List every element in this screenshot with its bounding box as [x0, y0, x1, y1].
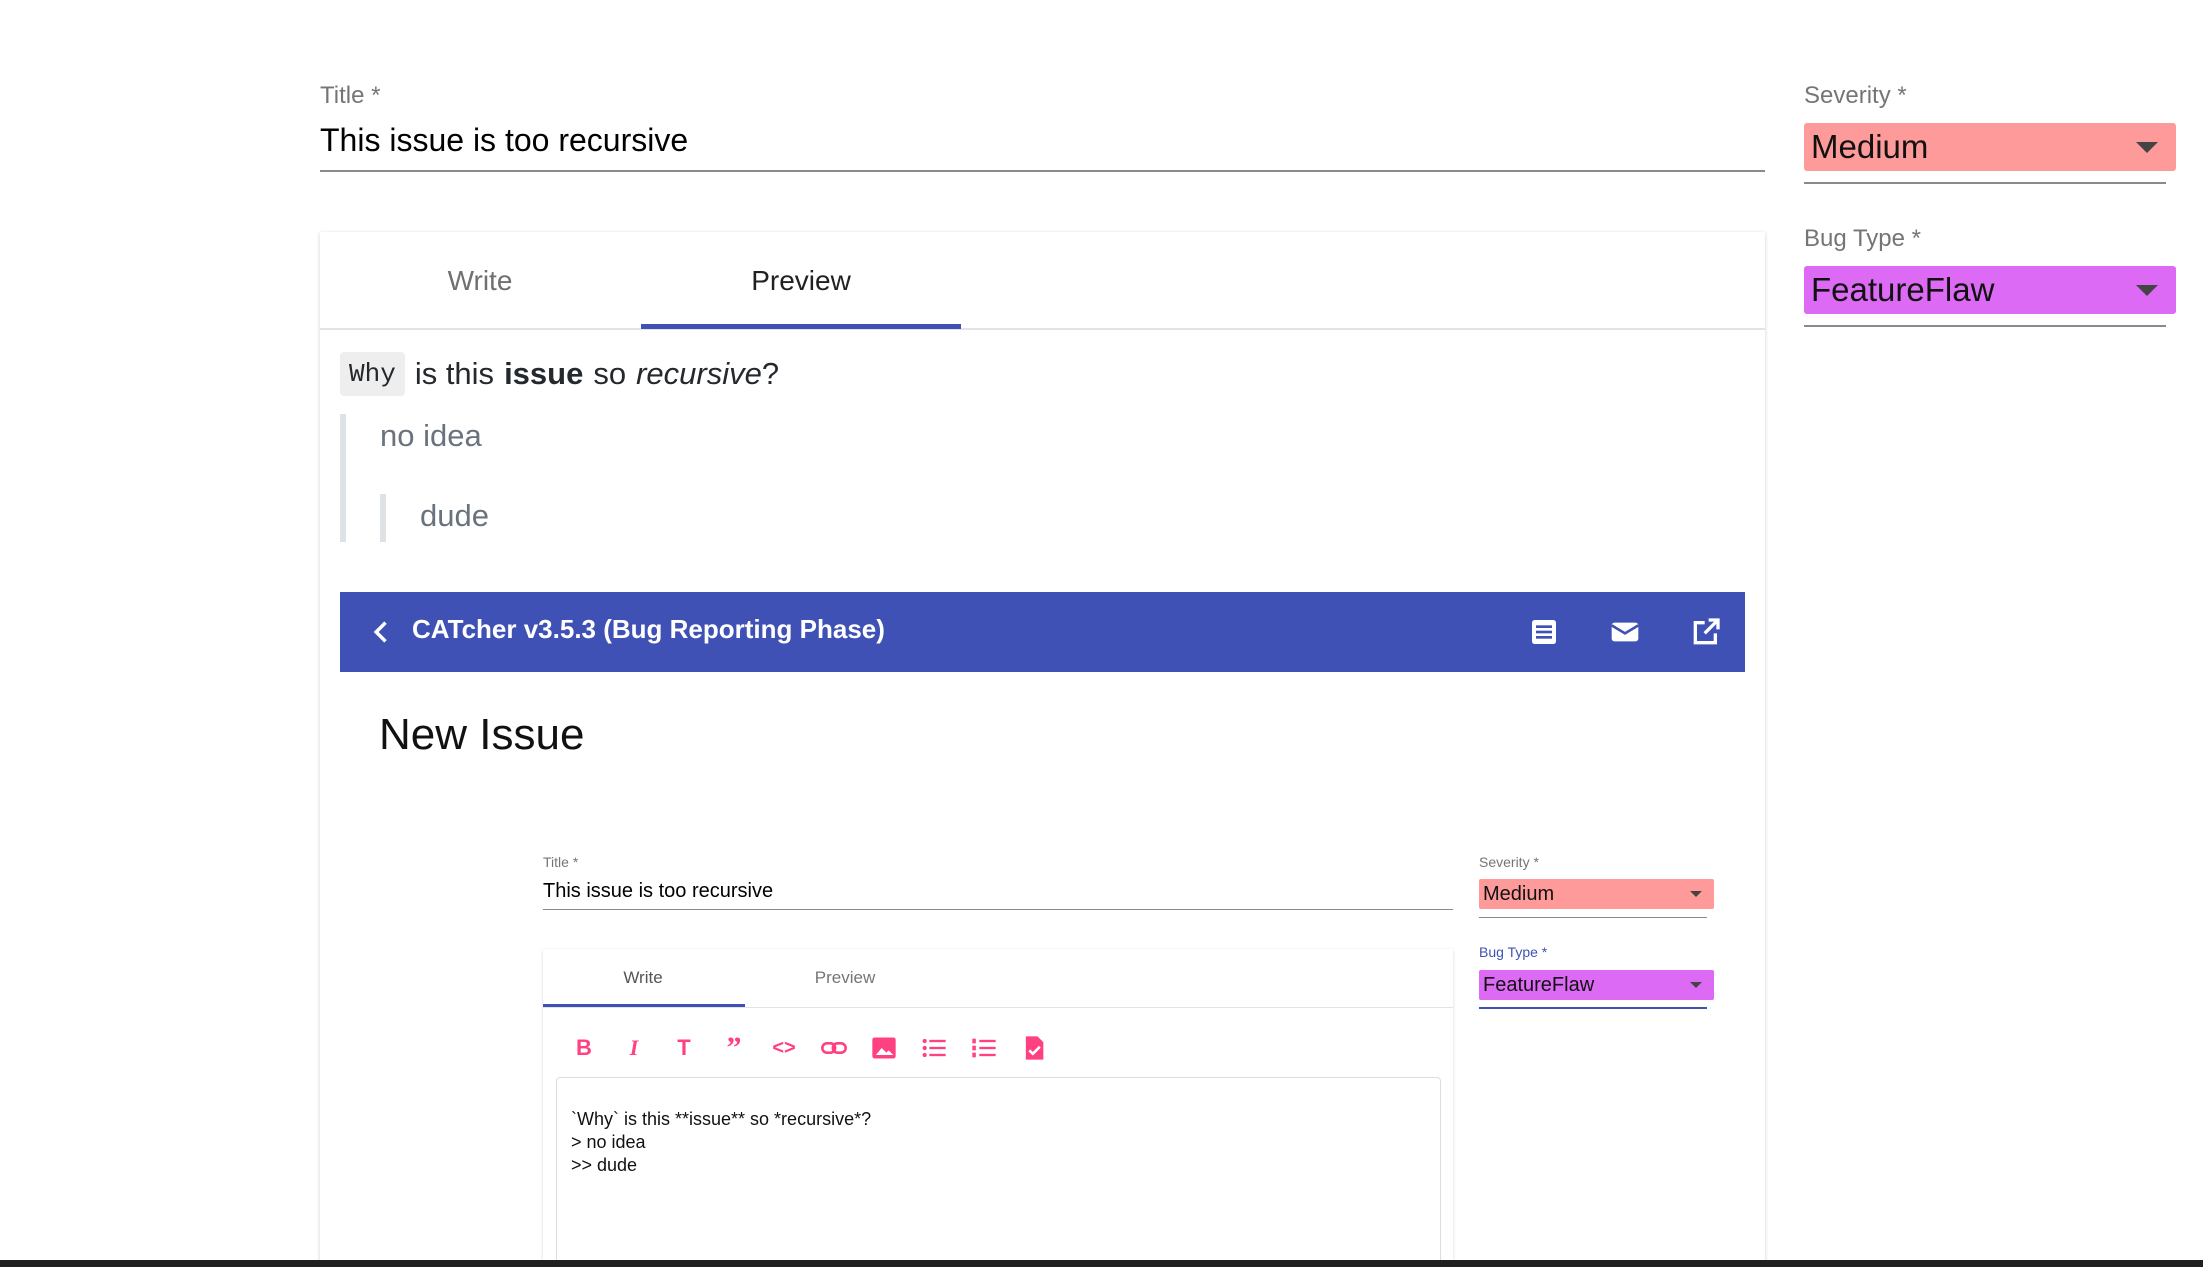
dropdown-arrow-icon — [2136, 284, 2158, 296]
nested-bugtype-label: Bug Type * — [1479, 944, 1548, 960]
active-tab-indicator — [641, 324, 961, 329]
preview-italic-text: recursive — [636, 356, 762, 391]
title-input[interactable]: This issue is too recursive — [320, 122, 688, 159]
nested-page-title: New Issue — [379, 710, 585, 759]
preview-text: is this — [414, 356, 495, 391]
title-label: Title * — [320, 82, 381, 109]
severity-value: Medium — [1811, 128, 1929, 165]
back-icon — [373, 621, 387, 643]
dropdown-arrow-icon — [1690, 891, 1702, 897]
bugtype-select[interactable]: FeatureFlaw — [1804, 266, 2176, 314]
nested-bugtype-underline — [1479, 1007, 1707, 1009]
nested-blockquote-text: dude — [420, 498, 489, 533]
nested-severity-label: Severity * — [1479, 854, 1539, 870]
nested-tab-write: Write — [623, 968, 663, 987]
bold-icon: B — [576, 1035, 592, 1060]
nested-description-textarea: `Why` is this **issue** so *recursive*? … — [556, 1077, 1441, 1267]
nested-title-underline — [543, 909, 1453, 910]
nested-app-title: CATcher v3.5.3 (Bug Reporting Phase) — [412, 614, 885, 644]
preview-paragraph: Why is this issue so recursive ? — [340, 352, 779, 396]
italic-icon: I — [629, 1035, 639, 1060]
nested-severity-underline — [1479, 917, 1707, 918]
nested-tab-preview: Preview — [814, 968, 876, 987]
tab-preview[interactable]: Preview — [641, 232, 961, 330]
blockquote-text: no idea — [380, 418, 482, 453]
document-icon — [1532, 620, 1556, 644]
dropdown-arrow-icon — [1690, 982, 1702, 988]
title-underline — [320, 170, 1765, 172]
nested-tabs-divider — [543, 1007, 1453, 1008]
image-icon — [872, 1037, 896, 1059]
blockquote: no idea dude — [340, 414, 489, 542]
quote-icon: ” — [726, 1031, 742, 1064]
inline-code: Why — [340, 352, 405, 396]
code-icon: <> — [772, 1036, 796, 1059]
nested-app-bar: CATcher v3.5.3 (Bug Reporting Phase) — [340, 592, 1745, 672]
nested-blockquote: dude — [380, 494, 489, 542]
editor-line: >> dude — [571, 1155, 638, 1175]
tab-write[interactable]: Write — [320, 232, 640, 330]
severity-label: Severity * — [1804, 82, 1907, 109]
mail-icon — [1610, 622, 1640, 642]
task-list-icon — [1025, 1036, 1044, 1060]
nested-severity-select: Medium — [1479, 879, 1714, 909]
bugtype-label: Bug Type * — [1804, 225, 1921, 252]
nested-severity-value: Medium — [1483, 882, 1555, 905]
heading-icon: T — [677, 1035, 691, 1060]
nested-title-label: Title * — [543, 854, 579, 870]
link-icon — [821, 1042, 847, 1054]
editor-line: `Why` is this **issue** so *recursive*? — [571, 1109, 872, 1129]
dropdown-arrow-icon — [2136, 141, 2158, 153]
window-bottom-edge — [0, 1260, 2203, 1267]
open-in-new-icon — [1693, 618, 1720, 645]
nested-editor-card: Write Preview B I T ” <> `Why` is this *… — [543, 949, 1453, 1267]
numbered-list-icon — [972, 1038, 996, 1058]
nested-bugtype-value: FeatureFlaw — [1483, 973, 1595, 996]
nested-bugtype-select: FeatureFlaw — [1479, 970, 1714, 1000]
preview-bold-text: issue — [504, 356, 584, 391]
preview-text: so — [593, 356, 627, 391]
editor-tabs: Write Preview — [320, 232, 1765, 330]
bullet-list-icon — [922, 1038, 946, 1058]
description-card: Write Preview Why is this issue so recur… — [320, 232, 1765, 1267]
editor-line: > no idea — [571, 1132, 646, 1152]
nested-title-input: This issue is too recursive — [543, 880, 774, 902]
severity-underline — [1804, 182, 2166, 184]
bugtype-underline — [1804, 325, 2166, 327]
preview-text: ? — [761, 356, 780, 391]
bugtype-value: FeatureFlaw — [1811, 271, 1995, 308]
severity-select[interactable]: Medium — [1804, 123, 2176, 171]
